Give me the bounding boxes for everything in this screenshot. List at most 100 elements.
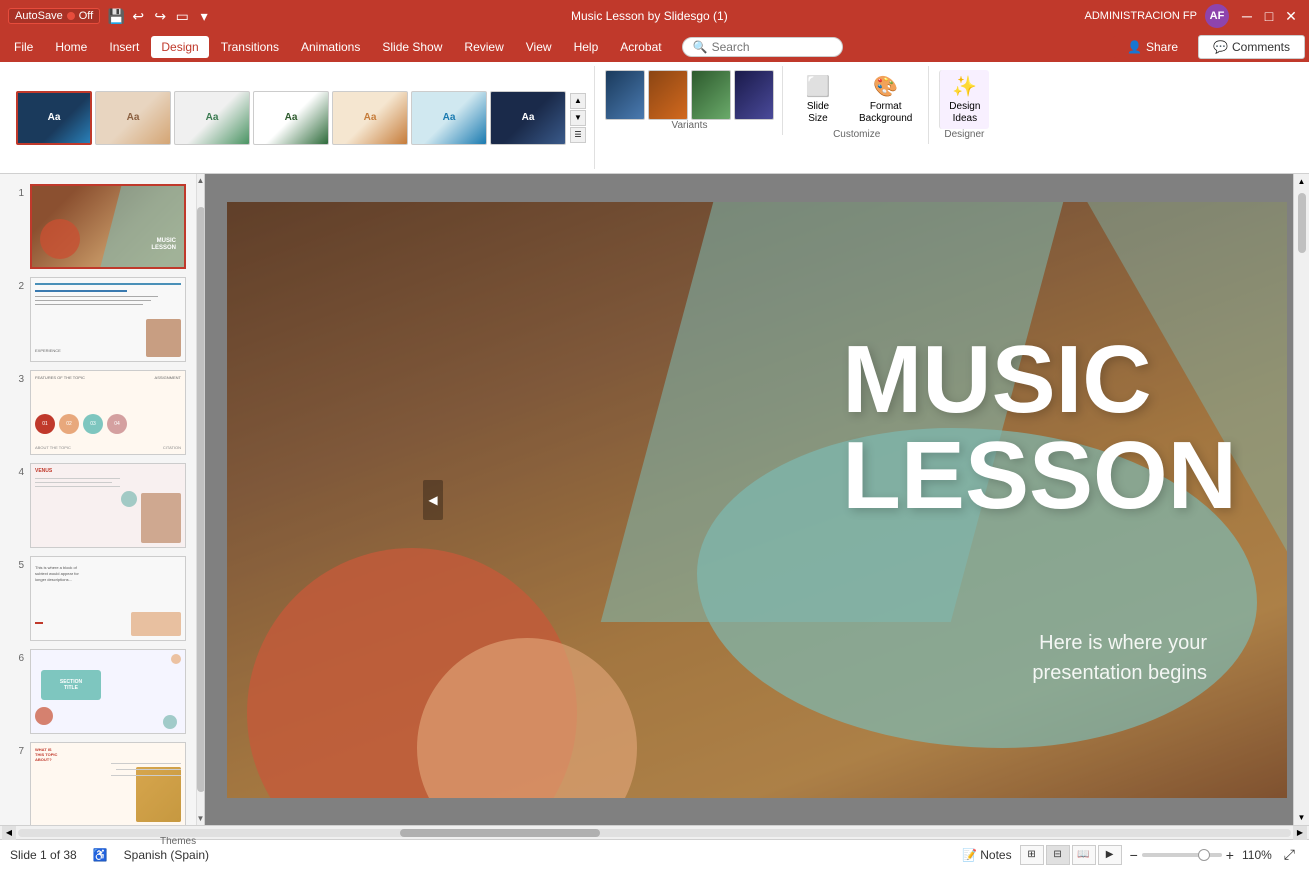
undo-redo-group: 💾 ↩ ↪ ▭ ▾ [106, 6, 214, 26]
save-button[interactable]: 💾 [106, 6, 126, 26]
menu-view[interactable]: View [516, 36, 562, 58]
themes-label: Themes [160, 836, 196, 849]
hscroll-right[interactable]: ▶ [1293, 826, 1307, 840]
comments-icon: 💬 [1213, 40, 1228, 54]
canvas-scroll-thumb[interactable] [1298, 193, 1306, 253]
slide-subtitle: Here is where yourpresentation begins [1032, 628, 1207, 688]
slide-item-7[interactable]: 7 WHAT ISTHIS TOPICABOUT? [8, 740, 188, 825]
gallery-scroll: ▲ ▼ ☰ [570, 93, 586, 143]
slide-item-3[interactable]: 3 FEATURES OF THE TOPIC ASSIGNMENT 01 02… [8, 368, 188, 457]
theme-6[interactable]: Aa [411, 91, 487, 145]
slide-size-icon: ⬜ [806, 74, 831, 99]
slide-item-6[interactable]: 6 SECTIONTITLE [8, 647, 188, 736]
variants-label: Variants [672, 120, 708, 131]
theme-3[interactable]: Aa [174, 91, 250, 145]
close-button[interactable]: ✕ [1281, 6, 1301, 26]
hscroll-thumb[interactable] [400, 829, 600, 837]
theme-2[interactable]: Aa [95, 91, 171, 145]
status-bar: Slide 1 of 38 ♿ Spanish (Spain) 📝 Notes … [0, 839, 1309, 869]
slide-thumb-2: EXPERIENCE [30, 277, 186, 362]
slide-item-5[interactable]: 5 This is where a block ofsubtext would … [8, 554, 188, 643]
slide-canvas: MUSIC LESSON Here is where yourpresentat… [227, 202, 1287, 798]
slide-item-4[interactable]: 4 VENUS [8, 461, 188, 550]
scroll-up-arrow[interactable]: ▲ [195, 174, 205, 187]
slide-number-5: 5 [10, 556, 24, 571]
canvas-scroll-down[interactable]: ▼ [1295, 810, 1309, 825]
profile-name: ADMINISTRACION FP [1085, 10, 1197, 22]
menu-slideshow[interactable]: Slide Show [372, 36, 452, 58]
slide-number-6: 6 [10, 649, 24, 664]
variant-3[interactable] [691, 70, 731, 120]
slide-item-2[interactable]: 2 EXPERIENCE [8, 275, 188, 364]
window-controls: ─ □ ✕ [1237, 6, 1301, 26]
variant-2[interactable] [648, 70, 688, 120]
window-title: Music Lesson by Slidesgo (1) [571, 9, 728, 23]
format-background-label: FormatBackground [859, 101, 912, 125]
variant-1[interactable] [605, 70, 645, 120]
title-bar-left: AutoSave Off 💾 ↩ ↪ ▭ ▾ [8, 6, 214, 26]
theme-5[interactable]: Aa [332, 91, 408, 145]
theme-1[interactable]: Aa [16, 91, 92, 145]
hscroll-left[interactable]: ◀ [2, 826, 16, 840]
design-ideas-label: DesignIdeas [949, 101, 980, 125]
redo-button[interactable]: ↪ [150, 6, 170, 26]
designer-label: Designer [944, 129, 984, 140]
variants-section: Variants [597, 66, 783, 135]
autosave-dot [67, 12, 75, 20]
slide-thumb-4: VENUS [30, 463, 186, 548]
menu-insert[interactable]: Insert [99, 36, 149, 58]
search-input[interactable] [712, 40, 832, 54]
slide-item-1[interactable]: 1 MUSICLESSON [8, 182, 188, 271]
scroll-thumb[interactable] [197, 207, 205, 792]
search-icon: 🔍 [693, 40, 708, 54]
user-avatar[interactable]: AF [1205, 4, 1229, 28]
canvas-scroll-up[interactable]: ▲ [1295, 174, 1309, 189]
menu-bar: File Home Insert Design Transitions Anim… [0, 32, 1309, 62]
menu-review[interactable]: Review [454, 36, 513, 58]
variants-gallery [605, 70, 774, 120]
share-button[interactable]: 👤 Share [1113, 36, 1192, 58]
gallery-expand[interactable]: ☰ [570, 127, 586, 143]
slide-panel-scrollbar: ▲ ▼ [196, 174, 204, 825]
gallery-scroll-up[interactable]: ▲ [570, 93, 586, 109]
format-background-button[interactable]: 🎨 FormatBackground [851, 70, 920, 129]
scroll-down-arrow[interactable]: ▼ [195, 812, 205, 825]
slide-number-3: 3 [10, 370, 24, 385]
menu-transitions[interactable]: Transitions [211, 36, 289, 58]
slide-number-4: 4 [10, 463, 24, 478]
search-box[interactable]: 🔍 [682, 37, 843, 57]
menu-design[interactable]: Design [151, 36, 208, 58]
customize-qat-button[interactable]: ▾ [194, 6, 214, 26]
variant-4[interactable] [734, 70, 774, 120]
title-bar: AutoSave Off 💾 ↩ ↪ ▭ ▾ Music Lesson by S… [0, 0, 1309, 32]
prev-slide-button[interactable]: ◀ [423, 480, 443, 520]
restore-button[interactable]: □ [1259, 6, 1279, 26]
minimize-button[interactable]: ─ [1237, 6, 1257, 26]
canvas-scrollbar: ▲ ▼ [1293, 174, 1309, 825]
main-area: ▲ ▼ 1 MUSICLESSON [0, 174, 1309, 825]
horizontal-scrollbar: ◀ ▶ [0, 825, 1309, 839]
design-ideas-icon: ✨ [952, 74, 977, 99]
menu-home[interactable]: Home [45, 36, 97, 58]
menu-animations[interactable]: Animations [291, 36, 370, 58]
menu-file[interactable]: File [4, 36, 43, 58]
slide-number-7: 7 [10, 742, 24, 757]
slide-panel-scroll: 1 MUSICLESSON 2 [0, 174, 204, 825]
theme-4[interactable]: Aa [253, 91, 329, 145]
menu-help[interactable]: Help [564, 36, 609, 58]
slide-size-button[interactable]: ⬜ SlideSize [793, 70, 843, 129]
comments-button[interactable]: 💬 Comments [1198, 35, 1305, 59]
design-ideas-button[interactable]: ✨ DesignIdeas [939, 70, 989, 129]
slide-thumb-6: SECTIONTITLE [30, 649, 186, 734]
menu-acrobat[interactable]: Acrobat [610, 36, 671, 58]
autosave-state: Off [79, 10, 93, 22]
hscroll-track [18, 829, 1291, 837]
title-bar-right: ADMINISTRACION FP AF ─ □ ✕ [1085, 4, 1301, 28]
undo-button[interactable]: ↩ [128, 6, 148, 26]
themes-gallery: Aa Aa Aa Aa Aa Aa Aa [16, 91, 566, 145]
autosave-badge[interactable]: AutoSave Off [8, 8, 100, 24]
main-canvas: ◀ MUSIC LESSON H [205, 174, 1309, 825]
presentation-button[interactable]: ▭ [172, 6, 192, 26]
gallery-scroll-down[interactable]: ▼ [570, 110, 586, 126]
theme-7[interactable]: Aa [490, 91, 566, 145]
